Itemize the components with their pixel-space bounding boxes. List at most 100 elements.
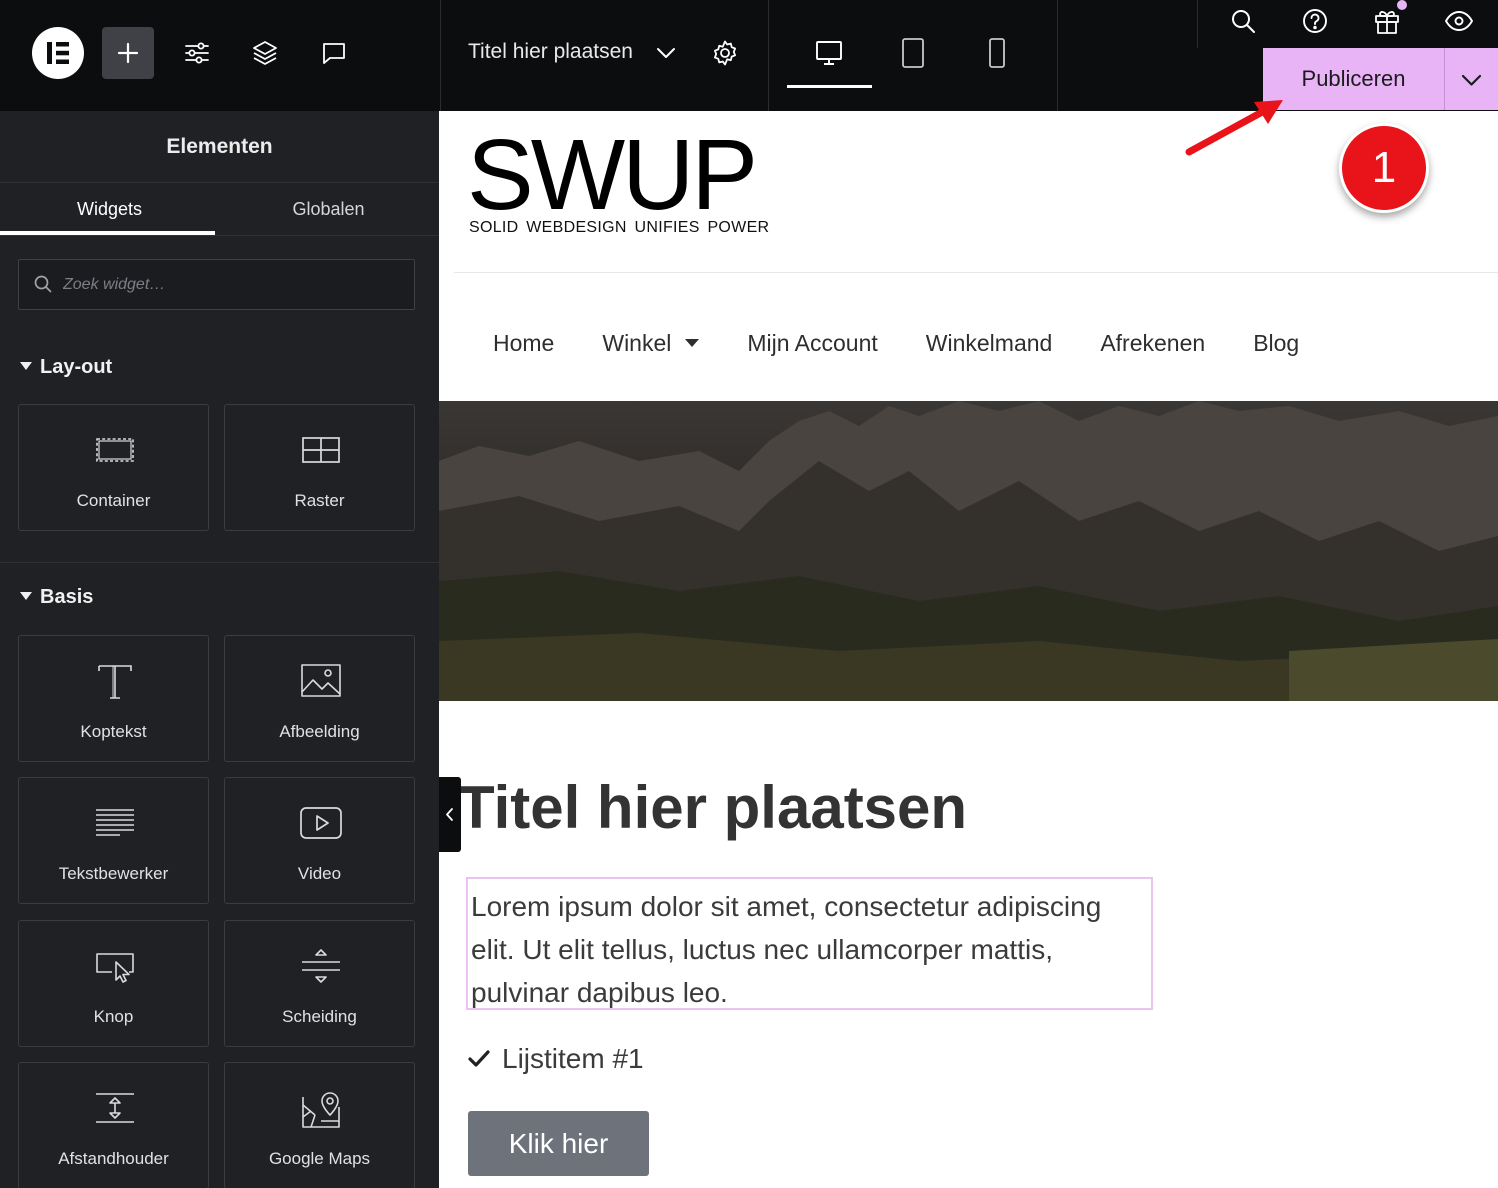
heading-icon — [98, 665, 132, 699]
nav-item-shop[interactable]: Winkel — [602, 329, 700, 357]
image-icon — [301, 664, 341, 697]
site-logo[interactable]: SWUP SOLID WEBDESIGN UNIFIES POWER — [467, 125, 777, 239]
map-icon — [302, 1092, 340, 1128]
widget-spacer[interactable]: Afstandhouder — [18, 1062, 209, 1188]
section-title: Lay-out — [40, 356, 113, 378]
separator — [1057, 0, 1058, 111]
widget-label: Koptekst — [80, 722, 147, 741]
page-heading[interactable]: Titel hier plaatsen — [458, 773, 967, 842]
widget-divider[interactable]: Scheiding — [224, 920, 415, 1047]
active-device-indicator — [787, 85, 872, 88]
elementor-logo-icon[interactable] — [32, 27, 84, 79]
icon-list-item[interactable]: Lijstitem #1 — [468, 1043, 644, 1075]
sliders-icon[interactable] — [181, 37, 213, 69]
separator — [440, 0, 441, 111]
separator — [1197, 0, 1198, 48]
search-input[interactable] — [63, 272, 403, 298]
desktop-icon[interactable] — [813, 37, 845, 69]
comment-icon[interactable] — [318, 37, 350, 69]
widget-label: Afstandhouder — [58, 1149, 169, 1168]
widget-label: Google Maps — [268, 1149, 371, 1168]
widget-label: Container — [76, 491, 151, 510]
site-navigation: Home Winkel Mijn Account Winkelmand Afre… — [493, 325, 1347, 361]
nav-item-account[interactable]: Mijn Account — [747, 330, 877, 357]
annotation-step-badge: 1 — [1339, 123, 1429, 213]
panel-title: Elementen — [166, 134, 273, 158]
section-title: Basis — [40, 586, 94, 608]
gear-icon[interactable] — [709, 37, 741, 69]
list-item-label: Lijstitem #1 — [502, 1043, 644, 1074]
widget-image[interactable]: Afbeelding — [224, 635, 415, 762]
nav-item-home[interactable]: Home — [493, 330, 554, 357]
caret-down-icon — [685, 339, 700, 347]
nav-item-blog[interactable]: Blog — [1253, 330, 1299, 357]
publish-button-label: Publiceren — [1301, 66, 1406, 91]
hero-image — [439, 401, 1498, 701]
search-icon[interactable] — [1227, 5, 1259, 37]
site-logo-text: SWUP — [467, 119, 758, 231]
spacer-icon — [96, 1093, 134, 1123]
mobile-icon[interactable] — [981, 37, 1013, 69]
text-editor-block-selected[interactable]: Lorem ipsum dolor sit amet, consectetur … — [466, 877, 1153, 1010]
caret-down-icon — [20, 361, 32, 370]
nav-label: Winkelmand — [925, 329, 1053, 356]
eye-icon[interactable] — [1443, 5, 1475, 37]
section-basic-toggle[interactable]: Basis — [20, 586, 93, 609]
container-icon — [96, 438, 134, 462]
cta-button-label: Klik hier — [508, 1127, 609, 1159]
nav-label: Home — [493, 329, 555, 356]
chevron-down-icon[interactable] — [650, 37, 682, 69]
collapse-panel-button[interactable] — [439, 777, 461, 852]
widget-label: Tekstbewerker — [58, 864, 169, 883]
nav-item-checkout[interactable]: Afrekenen — [1100, 330, 1205, 357]
panel-header: Elementen — [0, 111, 439, 183]
help-icon[interactable] — [1299, 5, 1331, 37]
widget-grid[interactable]: Raster — [224, 404, 415, 531]
caret-down-icon — [20, 591, 32, 600]
widget-search — [18, 259, 415, 310]
chevron-left-icon — [446, 808, 453, 821]
search-icon — [34, 275, 52, 293]
widget-heading[interactable]: Koptekst — [18, 635, 209, 762]
layers-icon[interactable] — [249, 37, 281, 69]
header-divider — [454, 272, 1498, 273]
nav-item-cart[interactable]: Winkelmand — [926, 330, 1053, 357]
widget-label: Scheiding — [282, 1007, 357, 1026]
plus-icon — [117, 42, 139, 64]
publish-options-button[interactable] — [1445, 48, 1498, 110]
nav-label: Blog — [1253, 329, 1300, 356]
widgets-panel: Elementen Widgets Globalen Lay-out Con — [0, 111, 439, 1188]
page-title-dropdown[interactable]: Titel hier plaatsen — [468, 40, 633, 64]
editor-root: Titel hier plaatsen Publiceren Elementen… — [0, 0, 1498, 1188]
tablet-icon[interactable] — [897, 37, 929, 69]
tab-globals[interactable]: Globalen — [219, 183, 438, 235]
cta-button[interactable]: Klik hier — [468, 1111, 649, 1176]
gift-icon[interactable] — [1371, 0, 1407, 37]
divider — [0, 562, 439, 563]
publish-button[interactable]: Publiceren — [1263, 48, 1444, 110]
widget-container[interactable]: Container — [18, 404, 209, 531]
add-element-button[interactable] — [102, 27, 154, 79]
check-icon — [468, 1050, 490, 1067]
badge-number: 1 — [1371, 143, 1397, 192]
tab-label: Globalen — [292, 198, 365, 219]
nav-label: Winkel — [602, 329, 672, 356]
widget-label: Knop — [93, 1007, 134, 1026]
section-layout-toggle[interactable]: Lay-out — [20, 356, 112, 379]
widget-video[interactable]: Video — [224, 777, 415, 904]
nav-label: Afrekenen — [1100, 329, 1206, 356]
widget-google-maps[interactable]: Google Maps — [224, 1062, 415, 1188]
widget-button[interactable]: Knop — [18, 920, 209, 1047]
page-title: Titel hier plaatsen — [468, 40, 633, 63]
tab-widgets[interactable]: Widgets — [0, 183, 219, 235]
tab-label: Widgets — [76, 198, 143, 219]
divider — [0, 235, 439, 236]
page-preview: SWUP SOLID WEBDESIGN UNIFIES POWER Home … — [439, 111, 1498, 1188]
site-tagline: SOLID WEBDESIGN UNIFIES POWER — [469, 219, 770, 236]
widget-label: Video — [297, 864, 342, 883]
text-editor-icon — [96, 809, 134, 836]
annotation-arrow-icon — [1185, 100, 1283, 156]
divider-icon — [302, 949, 340, 983]
widget-text-editor[interactable]: Tekstbewerker — [18, 777, 209, 904]
chevron-down-icon — [1461, 74, 1482, 86]
